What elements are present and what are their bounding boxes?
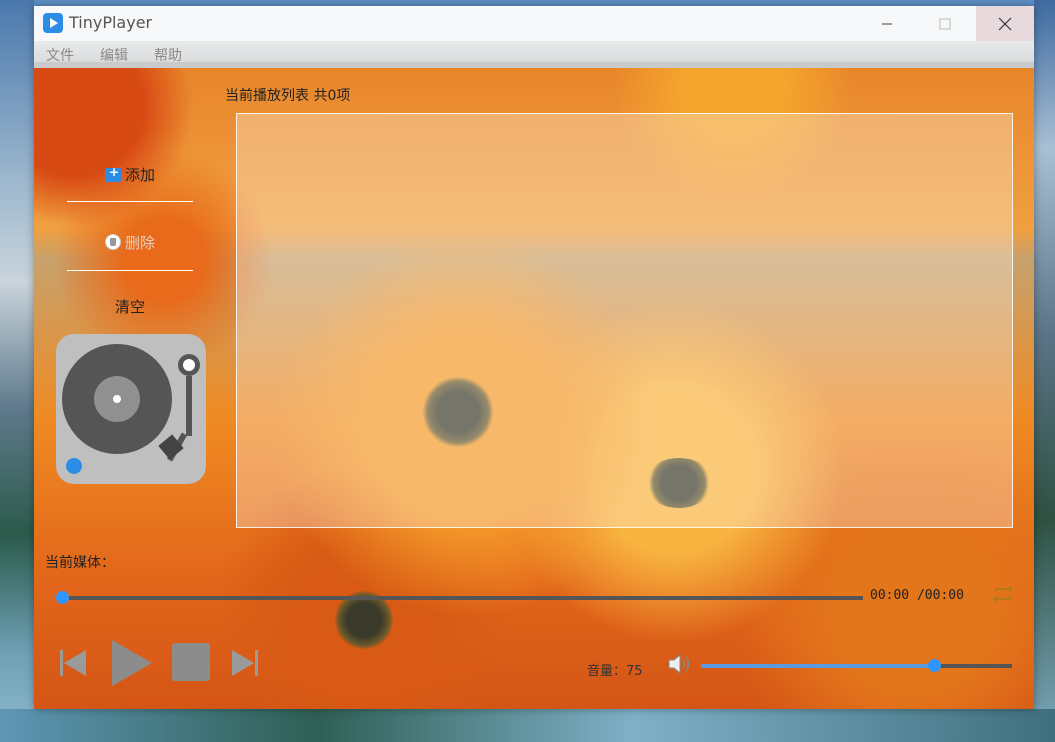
main-panel: 当前播放列表 共0项 添加 删除 清空 当前媒体： 00:00 /00:0 (34, 68, 1034, 709)
turntable-icon (56, 334, 206, 484)
add-button-label: 添加 (124, 166, 155, 184)
current-media-label: 当前媒体： (45, 555, 115, 571)
speaker-icon[interactable] (666, 651, 692, 677)
skip-previous-icon[interactable] (58, 648, 88, 678)
maximize-icon (939, 18, 951, 29)
maximize-button[interactable] (916, 6, 974, 41)
volume-label: 音量：75 (587, 660, 643, 679)
time-display: 00:00 /00:00 (870, 588, 964, 603)
desktop-background-left (0, 0, 34, 742)
minimize-icon (882, 23, 892, 24)
loop-icon[interactable] (989, 580, 1017, 608)
sidebar-divider (67, 270, 193, 271)
volume-slider-fill (701, 664, 934, 668)
app-window: TinyPlayer 文件 编辑 帮助 当前播放列表 共0项 添加 删除 清空 (34, 6, 1034, 709)
volume-label-text: 音量： (587, 664, 627, 679)
progress-slider-handle[interactable] (56, 591, 69, 604)
title-bar[interactable]: TinyPlayer (34, 6, 1034, 41)
desktop-background-right (1034, 0, 1055, 742)
power-indicator (66, 458, 82, 474)
delete-button-label: 删除 (124, 234, 155, 252)
progress-slider[interactable] (62, 596, 863, 600)
close-icon (998, 17, 1012, 30)
delete-button[interactable]: 删除 (66, 232, 194, 253)
volume-value: 75 (626, 664, 643, 679)
record-spindle (113, 395, 121, 403)
record-disc (62, 344, 172, 454)
close-button[interactable] (976, 6, 1034, 41)
window-title: TinyPlayer (69, 13, 153, 32)
skip-next-icon[interactable] (230, 648, 260, 678)
playlist-title: 当前播放列表 共0项 (225, 88, 351, 104)
play-icon[interactable] (108, 638, 154, 688)
trash-icon (104, 234, 121, 250)
minimize-button[interactable] (858, 6, 916, 41)
add-button[interactable]: 添加 (66, 164, 194, 185)
clear-button[interactable]: 清空 (66, 296, 194, 317)
tone-arm-pivot (178, 354, 200, 376)
stop-icon[interactable] (172, 643, 210, 681)
playlist-list[interactable] (236, 113, 1013, 528)
tone-arm (186, 376, 192, 436)
desktop-background-bottom (0, 709, 1055, 742)
play-logo-icon (43, 13, 63, 33)
sidebar-divider (67, 201, 193, 202)
clear-button-label: 清空 (114, 298, 145, 316)
volume-slider-handle[interactable] (928, 659, 941, 672)
folder-add-icon (104, 165, 121, 182)
